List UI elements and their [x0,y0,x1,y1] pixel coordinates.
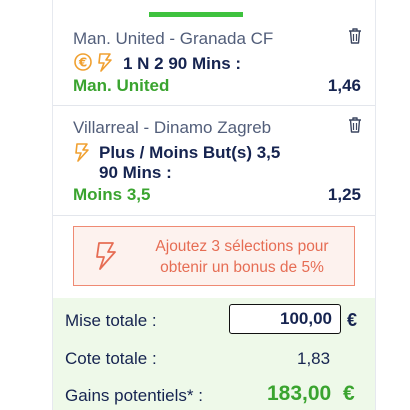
bonus-promo-banner: Ajoutez 3 sélections pour obtenir un bon… [73,226,355,286]
lightning-icon [73,142,91,167]
market-name: Plus / Moins But(s) 3,5 [99,143,281,162]
selection-name: Man. United [73,76,170,95]
stake-currency: € [347,310,358,330]
market-period: 90 Mins : [99,163,172,182]
total-odds-value: 1,83 [297,349,331,368]
selection-odd: 1,25 [327,185,361,204]
betslip-panel: Man. United - Granada CF € 1 N 2 90 Mins… [52,0,376,410]
svg-text:€: € [78,56,87,70]
potential-gains-currency: € [343,382,355,405]
promo-text: Ajoutez 3 sélections pour obtenir un bon… [155,238,329,276]
selection-odd: 1,46 [327,76,361,95]
trash-icon[interactable] [347,27,363,45]
lightning-icon [94,241,118,276]
potential-gains-label: Gains potentiels* : [65,386,203,405]
euro-cashout-icon: € [73,52,95,77]
stake-input[interactable]: 100,00 [229,304,341,334]
potential-gains-value: 183,00 [267,382,332,405]
selection-name: Moins 3,5 [73,185,151,204]
match-name: Villarreal - Dinamo Zagreb [73,118,272,137]
betslip-summary: Mise totale : 100,00 € Cote totale : 1,8… [53,298,375,410]
bet-item: Villarreal - Dinamo Zagreb Plus / Moins … [53,105,375,216]
stake-label: Mise totale : [65,311,157,330]
match-name: Man. United - Granada CF [73,29,274,48]
bet-item: Man. United - Granada CF € 1 N 2 90 Mins… [53,17,375,106]
trash-icon[interactable] [347,116,363,134]
market-name: 1 N 2 90 Mins : [123,54,242,73]
total-odds-label: Cote totale : [65,349,157,368]
lightning-icon [96,52,114,77]
